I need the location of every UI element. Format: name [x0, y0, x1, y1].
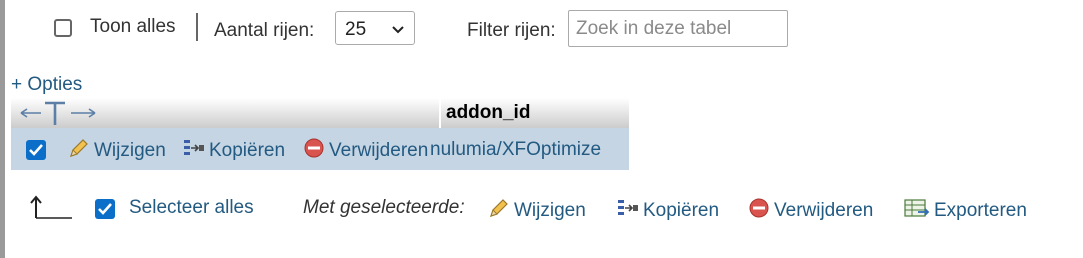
- bulk-edit-label: Wijzigen: [514, 200, 586, 221]
- pencil-icon: [68, 137, 90, 165]
- row-delete-link[interactable]: Verwijderen: [303, 137, 428, 165]
- column-arrows-cell: [11, 98, 439, 128]
- show-all-label[interactable]: Toon alles: [90, 16, 176, 38]
- copy-icon: [183, 137, 205, 165]
- show-all-checkbox[interactable]: [54, 19, 72, 37]
- row-edit-label: Wijzigen: [94, 140, 166, 161]
- bulk-delete-label: Verwijderen: [774, 200, 874, 221]
- row-edit-link[interactable]: Wijzigen: [68, 137, 166, 165]
- export-icon: [904, 197, 930, 225]
- bulk-export-label: Exporteren: [934, 200, 1027, 221]
- filter-rows-label: Filter rijen:: [467, 20, 556, 41]
- table-header: addon_id: [11, 98, 629, 128]
- row-checkbox[interactable]: [26, 140, 46, 160]
- window-left-edge: [0, 0, 5, 258]
- arrow-up-icon: [28, 194, 74, 226]
- options-link[interactable]: + Opties: [11, 74, 82, 96]
- bulk-delete-button[interactable]: Verwijderen: [748, 197, 873, 225]
- delete-icon: [303, 137, 325, 165]
- row-delete-label: Verwijderen: [329, 140, 429, 161]
- copy-icon: [617, 197, 639, 225]
- select-all-checkbox[interactable]: [95, 199, 115, 219]
- select-all-label[interactable]: Selecteer alles: [129, 197, 254, 219]
- divider: [196, 13, 198, 41]
- rows-count-label: Aantal rijen:: [214, 20, 315, 41]
- delete-icon: [748, 197, 770, 225]
- with-selected-label: Met geselecteerde:: [303, 197, 465, 218]
- filter-rows-input[interactable]: [568, 10, 788, 47]
- pencil-icon: [488, 197, 510, 225]
- row-copy-label: Kopiëren: [209, 140, 286, 161]
- bulk-copy-label: Kopiëren: [643, 200, 720, 221]
- chevron-down-icon: [391, 20, 405, 42]
- column-title[interactable]: addon_id: [446, 102, 530, 124]
- table-row: Wijzigen Kopiëren Verwijderen nulumia/XF…: [11, 128, 629, 170]
- bulk-export-button[interactable]: Exporteren: [904, 197, 1027, 225]
- rows-count-value: 25: [345, 19, 367, 40]
- addon-id-cell[interactable]: nulumia/XFOptimize: [430, 139, 601, 161]
- row-copy-link[interactable]: Kopiëren: [183, 137, 285, 165]
- bulk-edit-button[interactable]: Wijzigen: [488, 197, 586, 225]
- rows-count-select[interactable]: 25: [335, 11, 415, 45]
- bulk-copy-button[interactable]: Kopiëren: [617, 197, 719, 225]
- column-header-addon-id[interactable]: addon_id: [441, 98, 629, 128]
